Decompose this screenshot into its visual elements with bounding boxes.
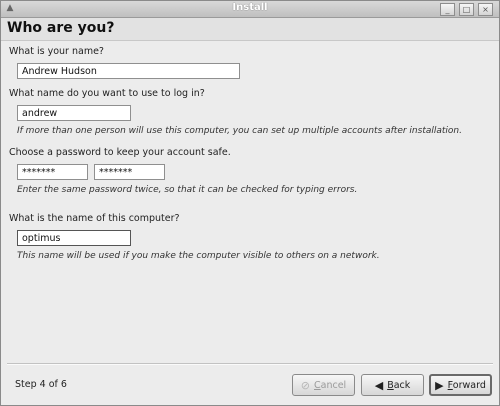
close-icon[interactable]: × — [478, 3, 493, 16]
page-heading-bar: Who are you? — [1, 18, 499, 41]
computer-name-hint: This name will be used if you make the c… — [17, 251, 380, 261]
forward-label: Forward — [447, 379, 486, 391]
password-field[interactable] — [17, 164, 88, 180]
step-indicator: Step 4 of 6 — [15, 379, 67, 390]
name-label: What is your name? — [9, 46, 104, 57]
full-name-field[interactable] — [17, 63, 240, 79]
password-label: Choose a password to keep your account s… — [9, 147, 231, 158]
back-label: Back — [387, 379, 411, 391]
title-bar[interactable]: ▲ Install _ □ × — [1, 1, 499, 18]
back-button[interactable]: ◀ Back — [361, 374, 424, 396]
window-title: Install — [232, 2, 268, 13]
footer-divider — [7, 363, 493, 365]
forward-button[interactable]: ▶ Forward — [429, 374, 492, 396]
forward-arrow-icon: ▶ — [435, 378, 444, 392]
cancel-icon: ⊘ — [300, 378, 310, 392]
password-hint: Enter the same password twice, so that i… — [17, 185, 358, 195]
username-field[interactable] — [17, 105, 131, 121]
computer-name-field[interactable] — [17, 230, 131, 246]
back-arrow-icon: ◀ — [374, 378, 384, 392]
password-confirm-field[interactable] — [94, 164, 165, 180]
login-label: What name do you want to use to log in? — [9, 88, 205, 99]
login-hint: If more than one person will use this co… — [17, 126, 462, 136]
install-window: ▲ Install _ □ × Who are you? What is you… — [0, 0, 500, 406]
maximize-icon[interactable]: □ — [459, 3, 474, 16]
cancel-button[interactable]: ⊘ Cancel — [292, 374, 355, 396]
cancel-label: Cancel — [314, 379, 347, 391]
minimize-icon[interactable]: _ — [440, 3, 455, 16]
page-title: Who are you? — [7, 20, 115, 36]
computer-name-label: What is the name of this computer? — [9, 213, 180, 224]
